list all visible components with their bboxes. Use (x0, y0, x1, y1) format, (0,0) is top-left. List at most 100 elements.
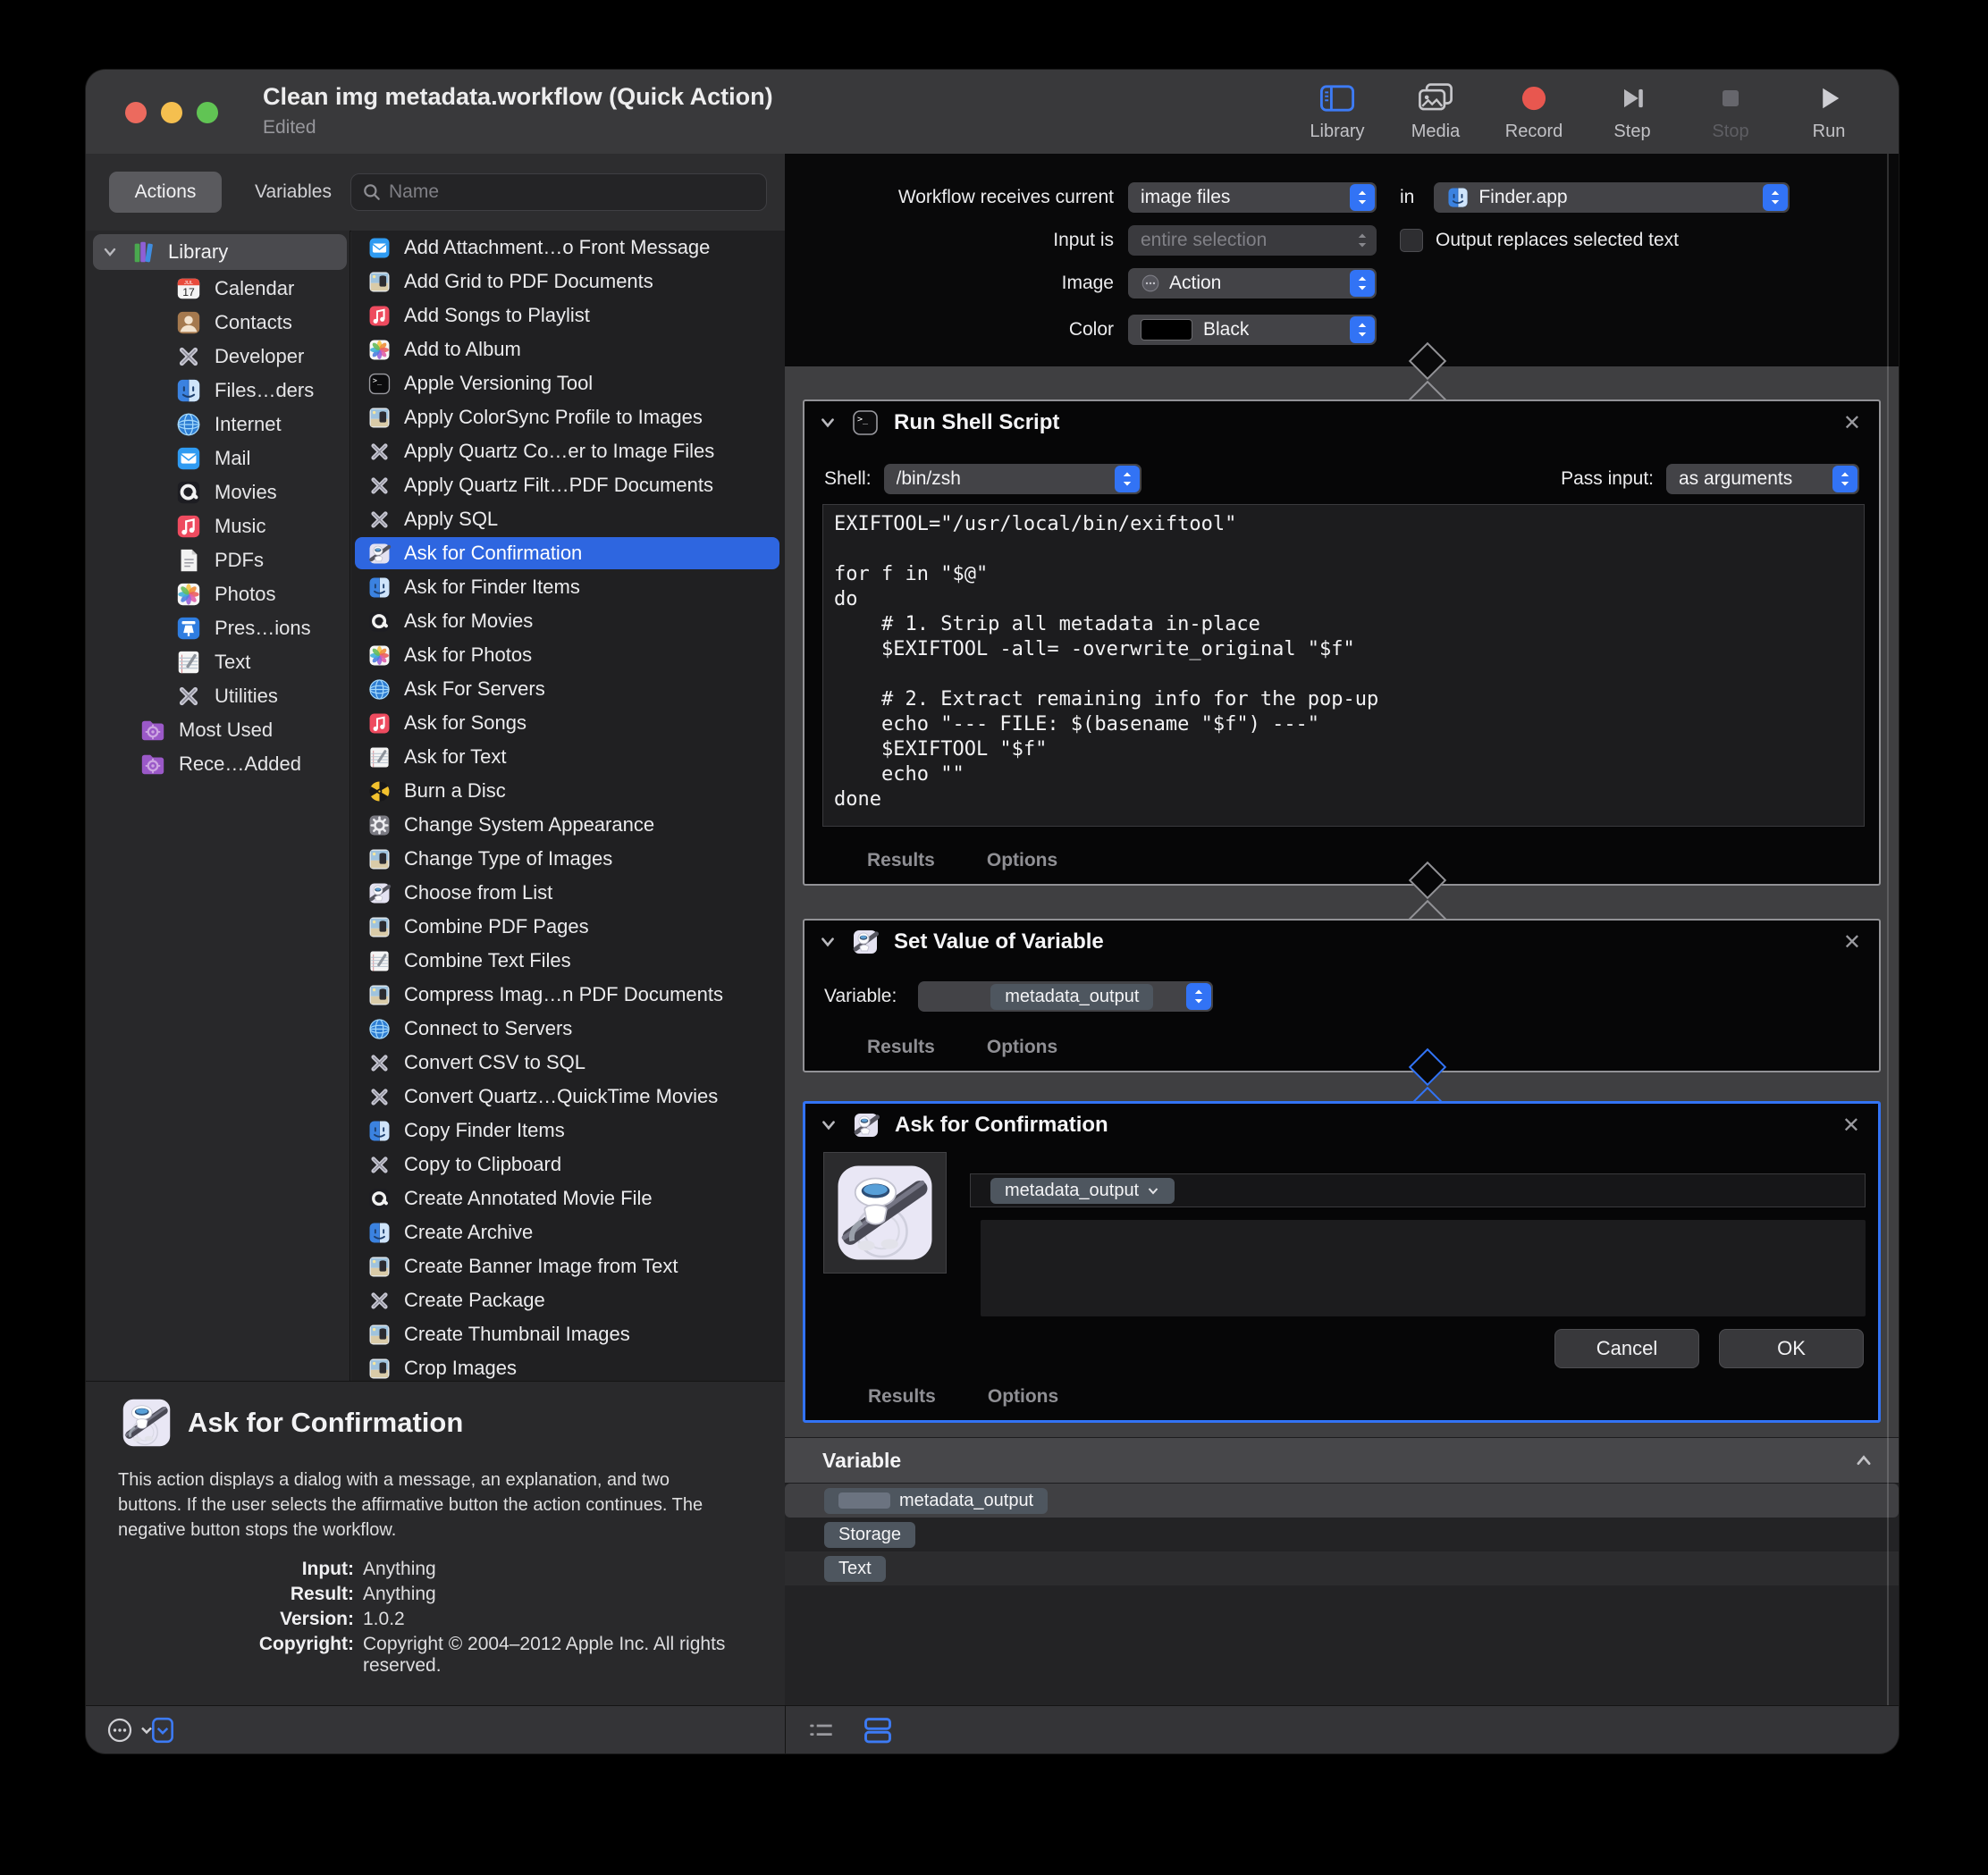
variable-panel-header[interactable]: Variable (785, 1437, 1899, 1484)
sidebar-category-item[interactable]: Mail (86, 441, 350, 475)
message-field[interactable]: metadata_output (970, 1173, 1866, 1207)
globe-icon (367, 677, 392, 702)
sidebar-category-item[interactable]: Pres…ions (86, 611, 350, 645)
receives-popup[interactable]: image files (1128, 182, 1377, 213)
toolbar-button[interactable]: Media (1393, 77, 1478, 142)
connector-notch (1389, 366, 1466, 400)
message-variable-token[interactable]: metadata_output (990, 1178, 1175, 1204)
disclosure-chevron-icon[interactable] (819, 414, 837, 432)
minimize-window-icon[interactable] (161, 102, 182, 123)
close-icon[interactable]: ✕ (1843, 410, 1861, 436)
close-icon[interactable]: ✕ (1843, 929, 1861, 955)
toolbar-button[interactable]: Step (1589, 77, 1675, 142)
action-list-item[interactable]: Ask for Confirmation (351, 536, 785, 570)
workflow-checkbox-icon[interactable] (150, 1716, 175, 1745)
options-link[interactable]: Options (988, 1386, 1058, 1408)
action-list-item[interactable]: Ask for Finder Items (351, 570, 785, 604)
results-link[interactable]: Results (868, 1386, 936, 1408)
sidebar-category-item[interactable]: Photos (86, 577, 350, 611)
ok-button[interactable]: OK (1719, 1329, 1864, 1368)
sidebar-category-item[interactable]: PDFs (86, 543, 350, 577)
tab-actions[interactable]: Actions (109, 172, 222, 213)
shell-popup[interactable]: /bin/zsh (884, 464, 1141, 494)
action-list-item[interactable]: Add Attachment…o Front Message (351, 231, 785, 265)
action-list-item[interactable]: Copy Finder Items (351, 1114, 785, 1148)
results-link[interactable]: Results (867, 1037, 935, 1058)
shell-script-editor[interactable]: EXIFTOOL="/usr/local/bin/exiftool" for f… (822, 504, 1865, 827)
image-popup[interactable]: Action (1128, 268, 1377, 298)
results-link[interactable]: Results (867, 850, 935, 871)
sidebar-item-library[interactable]: Library (93, 234, 347, 270)
variable-list-row[interactable]: Storage (785, 1518, 1899, 1551)
sidebar-category-item[interactable]: Text (86, 645, 350, 679)
variable-list-row[interactable]: metadata_output (785, 1484, 1899, 1518)
action-list-item[interactable]: Compress Imag…n PDF Documents (351, 978, 785, 1012)
action-list-item[interactable]: Apply Quartz Filt…PDF Documents (351, 468, 785, 502)
action-list-item[interactable]: Combine PDF Pages (351, 910, 785, 944)
action-list-item[interactable]: Add to Album (351, 332, 785, 366)
sidebar-category-item[interactable]: Developer (86, 340, 350, 374)
action-list-item[interactable]: Convert CSV to SQL (351, 1046, 785, 1080)
color-popup[interactable]: Black (1128, 315, 1377, 345)
action-list-item[interactable]: Apply ColorSync Profile to Images (351, 400, 785, 434)
action-list-item[interactable]: Create Archive (351, 1215, 785, 1249)
zoom-window-icon[interactable] (197, 102, 218, 123)
action-list-item[interactable]: Change System Appearance (351, 808, 785, 842)
app-popup[interactable]: Finder.app (1434, 182, 1790, 213)
action-list-item[interactable]: Add Songs to Playlist (351, 298, 785, 332)
action-list-item[interactable]: >_ Apple Versioning Tool (351, 366, 785, 400)
action-list-item[interactable]: Ask for Text (351, 740, 785, 774)
action-list-item[interactable]: Create Annotated Movie File (351, 1181, 785, 1215)
action-list-item[interactable]: Combine Text Files (351, 944, 785, 978)
search-input[interactable]: Name (350, 173, 767, 211)
toolbar-button[interactable]: Stop (1688, 77, 1773, 142)
disclosure-chevron-icon[interactable] (819, 933, 837, 951)
close-window-icon[interactable] (125, 102, 147, 123)
toolbar-button[interactable]: Record (1491, 77, 1577, 142)
variable-list-row[interactable]: Text (785, 1551, 1899, 1585)
pass-input-popup[interactable]: as arguments (1666, 464, 1859, 494)
action-list-item[interactable]: Ask for Songs (351, 706, 785, 740)
cancel-button[interactable]: Cancel (1554, 1329, 1699, 1368)
action-list-item[interactable]: Connect to Servers (351, 1012, 785, 1046)
toolbar-button[interactable]: Library (1294, 77, 1380, 142)
collapse-chevron-icon[interactable] (1854, 1450, 1874, 1470)
variable-popup[interactable]: metadata_output (918, 981, 1213, 1012)
action-list-item[interactable]: Create Package (351, 1283, 785, 1317)
sidebar-category-item[interactable]: Internet (86, 408, 350, 441)
action-list-item[interactable]: Burn a Disc (351, 774, 785, 808)
action-list-item[interactable]: Create Banner Image from Text (351, 1249, 785, 1283)
action-list-item[interactable]: Ask For Servers (351, 672, 785, 706)
stacked-view-icon[interactable] (860, 1714, 896, 1746)
list-view-icon[interactable] (806, 1715, 837, 1745)
sidebar-category-item[interactable]: JUL17 Calendar (86, 272, 350, 306)
disclosure-chevron-icon[interactable] (820, 1116, 838, 1134)
options-link[interactable]: Options (987, 1037, 1057, 1058)
sidebar-group-item[interactable]: Most Used (86, 713, 350, 747)
action-list-item[interactable]: Create Thumbnail Images (351, 1317, 785, 1351)
toolbar-button[interactable]: Run (1786, 77, 1872, 142)
action-list-item[interactable]: Ask for Photos (351, 638, 785, 672)
sidebar-category-label: Music (215, 515, 265, 538)
sidebar-category-item[interactable]: Files…ders (86, 374, 350, 408)
action-list-item[interactable]: Ask for Movies (351, 604, 785, 638)
sidebar-category-item[interactable]: Music (86, 509, 350, 543)
sidebar-category-item[interactable]: Utilities (86, 679, 350, 713)
action-list-item[interactable]: Apply Quartz Co…er to Image Files (351, 434, 785, 468)
output-replaces-checkbox[interactable] (1400, 229, 1423, 252)
action-list-item[interactable]: Change Type of Images (351, 842, 785, 876)
sidebar-category-item[interactable]: Movies (86, 475, 350, 509)
action-list-item[interactable]: Copy to Clipboard (351, 1148, 785, 1181)
action-list-item[interactable]: Choose from List (351, 876, 785, 910)
options-link[interactable]: Options (987, 850, 1057, 871)
tab-variables[interactable]: Variables (236, 172, 350, 213)
explanation-field[interactable] (981, 1220, 1866, 1316)
sidebar-category-item[interactable]: Contacts (86, 306, 350, 340)
more-actions-icon[interactable] (105, 1716, 134, 1745)
disclosure-chevron-icon[interactable] (102, 244, 118, 260)
action-list-item[interactable]: Add Grid to PDF Documents (351, 265, 785, 298)
action-list-item[interactable]: Apply SQL (351, 502, 785, 536)
action-list-item[interactable]: Convert Quartz…QuickTime Movies (351, 1080, 785, 1114)
sidebar-group-item[interactable]: Rece…Added (86, 747, 350, 781)
close-icon[interactable]: ✕ (1842, 1113, 1860, 1139)
